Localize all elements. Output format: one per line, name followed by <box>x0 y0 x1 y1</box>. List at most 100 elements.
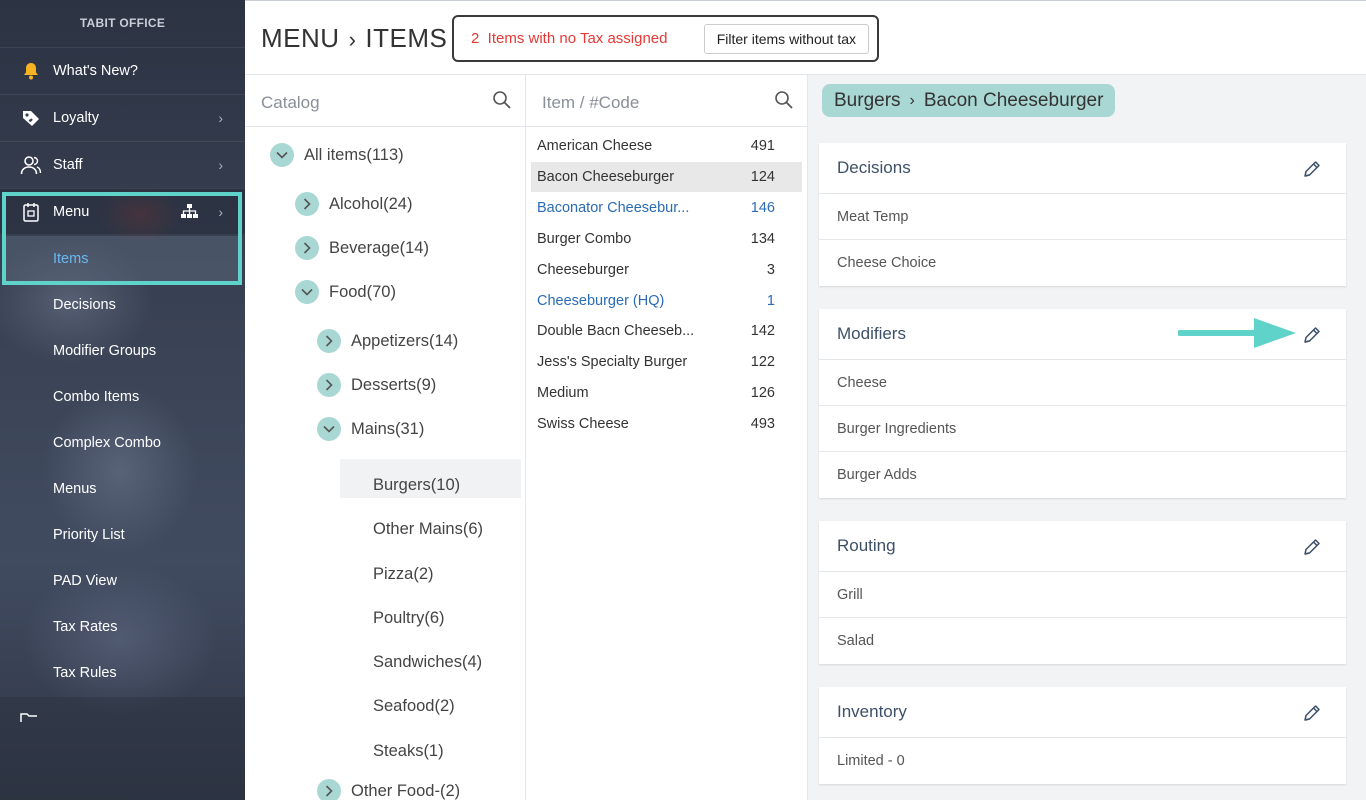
item-row[interactable]: Medium 126 <box>531 378 802 408</box>
bell-icon <box>20 60 42 82</box>
chevron-right-icon[interactable] <box>295 192 319 216</box>
tree-node-other-mains[interactable]: Other Mains(6) <box>373 510 483 548</box>
item-code: 146 <box>750 199 775 216</box>
tree-node-label: Food(70) <box>329 282 396 301</box>
chevron-right-icon[interactable] <box>317 779 341 800</box>
card-row[interactable]: Burger Adds <box>819 452 1346 498</box>
item-name: Cheeseburger <box>537 261 629 278</box>
item-code: 126 <box>750 385 775 402</box>
card-inventory: Inventory Limited - 0 <box>819 687 1346 784</box>
item-code: 491 <box>750 138 775 154</box>
card-row[interactable]: Cheese Choice <box>819 240 1346 286</box>
item-name: Double Bacn Cheeseb... <box>537 323 695 340</box>
search-icon[interactable] <box>492 90 512 110</box>
items-panel: Item / #Code American Cheese 491 Bacon Che… <box>526 75 808 800</box>
tree-node-pizza[interactable]: Pizza(2) <box>373 555 434 593</box>
item-row[interactable]: Jess's Specialty Burger 122 <box>531 347 802 377</box>
menu-highlight-frame <box>2 192 242 285</box>
item-breadcrumb-chip: Burgers › Bacon Cheeseburger <box>822 84 1116 117</box>
tree-node-label: Pizza(2) <box>373 564 434 583</box>
chevron-right-icon[interactable] <box>317 373 341 397</box>
nav-loyalty[interactable]: Loyalty › <box>0 94 245 140</box>
pencil-edit-icon[interactable] <box>1302 537 1322 557</box>
items-search-input[interactable]: Item / #Code <box>542 93 639 113</box>
item-code: 134 <box>750 230 775 247</box>
tree-node-food[interactable]: Food(70) <box>295 280 396 304</box>
card-decisions: Decisions Meat Temp Cheese Choice <box>819 143 1346 286</box>
sub-item-modifier-groups[interactable]: Modifier Groups <box>0 328 245 374</box>
users-icon <box>20 154 42 176</box>
breadcrumb-category[interactable]: Burgers <box>834 90 901 112</box>
breadcrumb-item: Bacon Cheeseburger <box>923 89 1104 111</box>
item-code: 1 <box>766 292 775 309</box>
pencil-edit-icon[interactable] <box>1302 325 1322 345</box>
sidebar-footer-area <box>0 697 245 800</box>
sub-item-decisions[interactable]: Decisions <box>0 282 245 328</box>
filter-without-tax-button[interactable]: Filter items without tax <box>703 24 869 54</box>
sidebar: TABIT OFFICE What's New? Loyalty › Staff… <box>0 0 245 800</box>
catalog-search-input[interactable]: Catalog <box>261 93 320 113</box>
chevron-down-icon[interactable] <box>317 417 341 441</box>
tree-node-label: Poultry(6) <box>373 608 445 627</box>
catalog-search[interactable]: Catalog <box>245 75 525 127</box>
nav-whats-new[interactable]: What's New? <box>0 47 245 93</box>
sub-item-menus[interactable]: Menus <box>0 466 245 512</box>
card-row[interactable]: Cheese <box>819 360 1346 406</box>
tree-node-desserts[interactable]: Desserts(9) <box>317 373 436 397</box>
chevron-right-icon[interactable] <box>317 329 341 353</box>
tree-node-poultry[interactable]: Poultry(6) <box>373 599 445 637</box>
item-row[interactable]: Cheeseburger 3 <box>531 255 802 285</box>
tree-node-label: Other Mains(6) <box>373 519 484 538</box>
pencil-edit-icon[interactable] <box>1302 159 1322 179</box>
item-code: 122 <box>750 354 775 371</box>
breadcrumb-menu[interactable]: MENU <box>261 23 340 53</box>
sub-item-priority-list[interactable]: Priority List <box>0 512 245 558</box>
tree-node-mains[interactable]: Mains(31) <box>317 417 424 441</box>
tree-node-beverage[interactable]: Beverage(14) <box>295 236 429 260</box>
pencil-edit-icon[interactable] <box>1302 703 1322 723</box>
tree-node-all-items[interactable]: All items(113) <box>270 143 404 167</box>
item-row[interactable]: Double Bacn Cheeseb... 142 <box>531 316 802 346</box>
chevron-right-icon[interactable] <box>295 236 319 260</box>
item-row[interactable]: Swiss Cheese 493 <box>531 409 802 439</box>
tax-alert-box: 2 Items with no Tax assigned Filter item… <box>452 15 879 62</box>
item-row[interactable]: American Cheese 491 <box>531 131 802 161</box>
sub-item-tax-rates[interactable]: Tax Rates <box>0 604 245 650</box>
chevron-down-icon[interactable] <box>295 280 319 304</box>
tree-node-other-food[interactable]: Other Food-(2) <box>317 779 460 800</box>
item-row[interactable]: Burger Combo 134 <box>531 224 802 254</box>
card-row[interactable]: Meat Temp <box>819 194 1346 240</box>
sub-item-pad-view[interactable]: PAD View <box>0 558 245 604</box>
tax-alert-message: 2 Items with no Tax assigned <box>471 30 668 47</box>
sub-item-complex-combo[interactable]: Complex Combo <box>0 420 245 466</box>
card-row[interactable]: Limited - 0 <box>819 738 1346 784</box>
tree-node-seafood[interactable]: Seafood(2) <box>373 687 455 725</box>
tree-node-label: Mains(31) <box>351 419 425 438</box>
tree-node-alcohol[interactable]: Alcohol(24) <box>295 192 412 216</box>
sub-item-tax-rules[interactable]: Tax Rules <box>0 650 245 696</box>
tree-node-steaks[interactable]: Steaks(1) <box>373 732 444 770</box>
card-row[interactable]: Burger Ingredients <box>819 406 1346 452</box>
card-row[interactable]: Salad <box>819 618 1346 664</box>
folder-icon <box>20 709 38 727</box>
tree-node-label: Beverage(14) <box>329 238 429 257</box>
item-name: Jess's Specialty Burger <box>537 354 688 371</box>
item-row[interactable]: Cheeseburger (HQ) 1 <box>531 286 802 316</box>
tree-node-sandwiches[interactable]: Sandwiches(4) <box>373 643 482 681</box>
item-row[interactable]: Bacon Cheeseburger 124 <box>531 161 802 192</box>
tree-node-appetizers[interactable]: Appetizers(14) <box>317 329 458 353</box>
search-icon[interactable] <box>774 90 794 110</box>
nav-staff[interactable]: Staff › <box>0 141 245 187</box>
items-search[interactable]: Item / #Code <box>526 75 807 127</box>
chevron-right-icon: › <box>348 27 357 52</box>
tree-node-label: Sandwiches(4) <box>373 652 483 671</box>
item-name: Medium <box>537 385 589 402</box>
item-row[interactable]: Baconator Cheesebur... 146 <box>531 193 802 223</box>
item-detail-panel: Burgers › Bacon Cheeseburger Decisions Meat… <box>808 75 1366 800</box>
chevron-down-icon[interactable] <box>270 143 294 167</box>
card-row[interactable]: Grill <box>819 572 1346 618</box>
item-code: 493 <box>750 416 775 433</box>
item-name: Bacon Cheeseburger <box>537 168 675 185</box>
sub-item-combo-items[interactable]: Combo Items <box>0 374 245 420</box>
tree-node-burgers[interactable]: Burgers(10) <box>373 466 460 504</box>
